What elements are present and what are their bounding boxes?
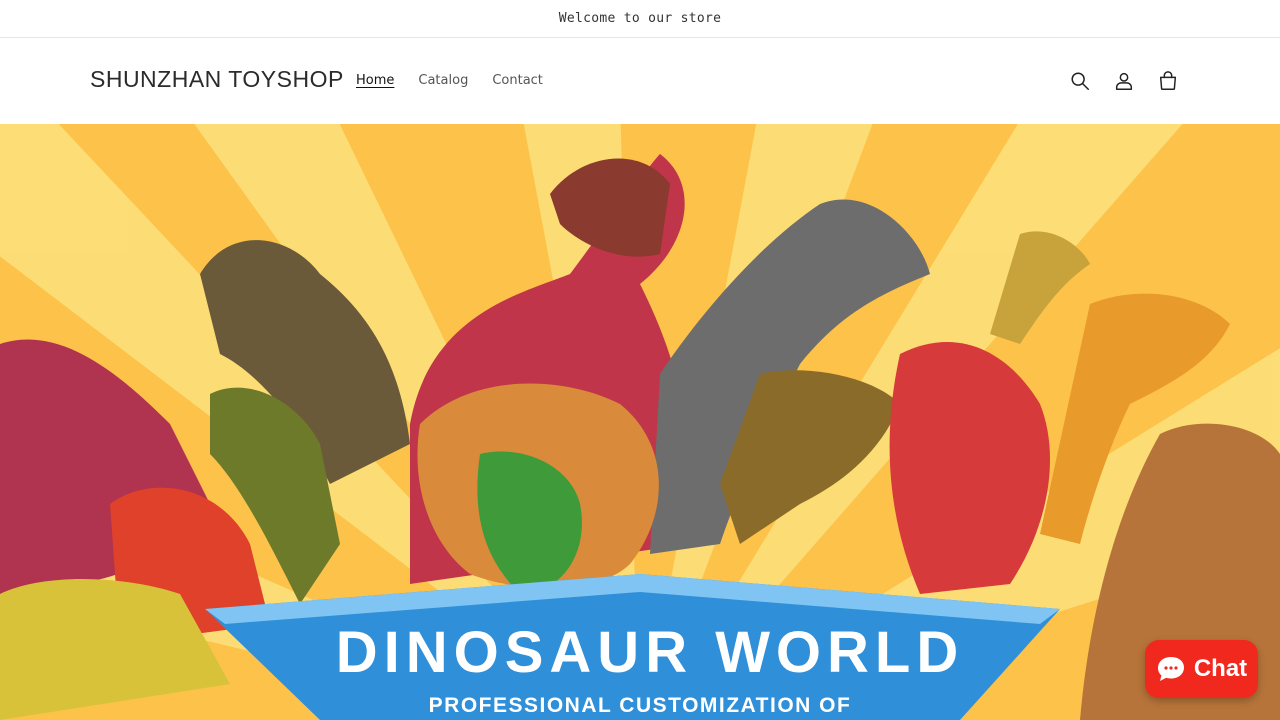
cart-icon [1159,71,1177,90]
chat-bubble-icon [1157,657,1184,681]
account-button[interactable] [1106,67,1142,95]
banner-subtitle: PROFESSIONAL CUSTOMIZATION OF [429,694,852,717]
site-header: SHUNZHAN TOYSHOP Home Catalog Contact [0,39,1280,124]
store-logo[interactable]: SHUNZHAN TOYSHOP [90,66,344,93]
hero-banner[interactable]: DINOSAUR WORLD PROFESSIONAL CUSTOMIZATIO… [0,124,1280,720]
main-nav: Home Catalog Contact [344,69,555,92]
announcement-bar: Welcome to our store [0,0,1280,38]
search-button[interactable] [1062,67,1098,95]
chat-button[interactable]: Chat [1145,640,1258,698]
banner-title: DINOSAUR WORLD [336,620,965,685]
nav-catalog[interactable]: Catalog [406,69,480,92]
search-icon [1071,72,1089,90]
nav-contact[interactable]: Contact [480,69,555,92]
hero-image: DINOSAUR WORLD PROFESSIONAL CUSTOMIZATIO… [0,124,1280,720]
nav-home[interactable]: Home [344,69,406,92]
chat-label: Chat [1193,655,1248,682]
cart-button[interactable] [1150,67,1186,95]
header-icons [1062,67,1186,95]
account-icon [1115,72,1133,90]
announcement-text: Welcome to our store [558,11,722,26]
